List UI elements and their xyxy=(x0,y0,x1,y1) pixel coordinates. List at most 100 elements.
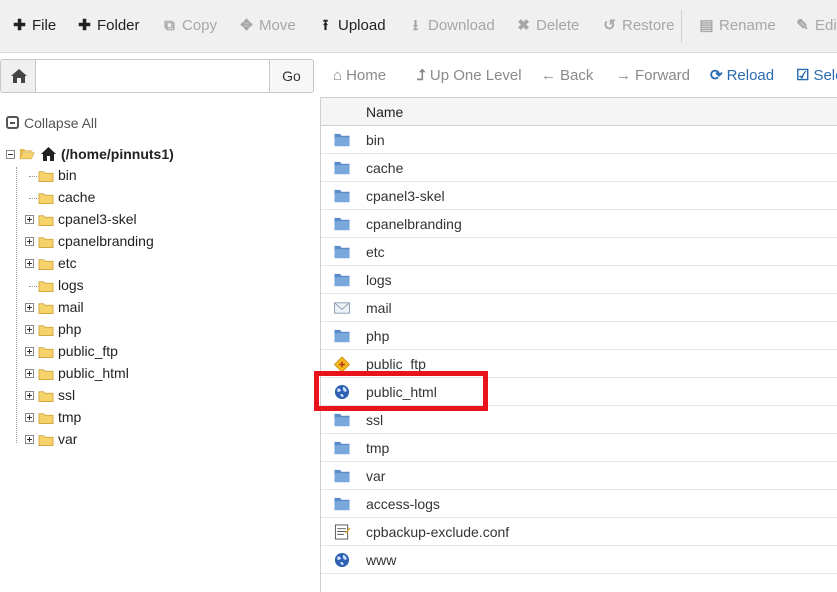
restore-icon: ↺ xyxy=(603,17,616,34)
edit-icon: ✎ xyxy=(796,17,809,34)
home-directory-button[interactable] xyxy=(0,59,36,93)
path-input[interactable] xyxy=(36,59,270,93)
folder-icon xyxy=(38,347,54,359)
tree-item-label: public_html xyxy=(58,365,129,381)
tree-item-cpanel3-skel[interactable]: cpanel3-skel xyxy=(0,211,300,231)
folder-icon xyxy=(38,193,54,205)
upload-button[interactable]: ⭱ Upload xyxy=(318,0,386,52)
folder-icon xyxy=(334,245,350,259)
move-icon: ✥ xyxy=(240,17,253,34)
folder-icon xyxy=(334,441,350,455)
minus-expander-icon[interactable] xyxy=(6,150,15,159)
rename-button[interactable]: ▤ Rename xyxy=(699,0,775,52)
tree-item-ssl[interactable]: ssl xyxy=(0,387,300,407)
tree-item-php[interactable]: php xyxy=(0,321,300,341)
folder-icon xyxy=(38,413,54,425)
plus-expander-icon[interactable] xyxy=(25,325,34,334)
copy-button[interactable]: ⧉ Copy xyxy=(162,0,217,52)
move-button[interactable]: ✥ Move xyxy=(239,0,295,52)
rename-icon: ▤ xyxy=(699,17,714,34)
tree-item-label: cpanel3-skel xyxy=(58,211,137,227)
restore-button[interactable]: ↺ Restore xyxy=(602,0,674,52)
file-row-access-logs[interactable]: access-logs xyxy=(321,490,837,518)
file-row-tmp[interactable]: tmp xyxy=(321,434,837,462)
tree-item-cache[interactable]: cache xyxy=(0,189,300,209)
plus-expander-icon[interactable] xyxy=(25,237,34,246)
forward-button[interactable]: → Forward xyxy=(616,55,690,97)
navigation-bar: ⌂ Home ⮥ Up One Level ← Back → Forward ⟳ Relo… xyxy=(320,55,837,97)
file-row-php[interactable]: php xyxy=(321,322,837,350)
collapse-all-button[interactable]: Collapse All xyxy=(6,115,97,131)
home-icon xyxy=(41,147,56,161)
file-row-cpanelbranding[interactable]: cpanelbranding xyxy=(321,210,837,238)
file-name: cpbackup-exclude.conf xyxy=(366,524,510,540)
tree-item-public-html[interactable]: public_html xyxy=(0,365,300,385)
path-bar: Go xyxy=(0,59,315,94)
name-column-header[interactable]: Name xyxy=(321,98,837,126)
new-file-button[interactable]: ✚ File xyxy=(12,0,56,52)
folder-icon xyxy=(38,391,54,403)
file-row-mail[interactable]: mail xyxy=(321,294,837,322)
tree-item-var[interactable]: var xyxy=(0,431,300,451)
select-all-button[interactable]: ☑Sele xyxy=(796,55,837,97)
tree-item-label: cache xyxy=(58,189,96,205)
tree-item-label: ssl xyxy=(58,387,76,403)
plus-expander-icon[interactable] xyxy=(25,303,34,312)
file-row-cache[interactable]: cache xyxy=(321,154,837,182)
folder-icon xyxy=(334,469,350,483)
file-row-cpbackup-exclude-conf[interactable]: cpbackup-exclude.conf xyxy=(321,518,837,546)
file-name: bin xyxy=(366,132,385,148)
file-row-www[interactable]: www xyxy=(321,546,837,574)
tree-item-public-ftp[interactable]: public_ftp xyxy=(0,343,300,363)
plus-expander-icon[interactable] xyxy=(25,347,34,356)
nav-home-button[interactable]: ⌂ Home xyxy=(333,55,386,97)
back-button[interactable]: ← Back xyxy=(541,55,593,97)
tree-item-etc[interactable]: etc xyxy=(0,255,300,275)
tree-item-cpanelbranding[interactable]: cpanelbranding xyxy=(0,233,300,253)
folder-icon xyxy=(334,413,350,427)
file-name: www xyxy=(366,552,397,568)
tree-item-label: logs xyxy=(58,277,84,293)
home-icon: ⌂ xyxy=(333,67,343,84)
edit-button[interactable]: ✎Edit xyxy=(795,0,837,52)
tree-item-label: mail xyxy=(58,299,84,315)
folder-icon xyxy=(334,133,350,147)
tree-item-logs[interactable]: logs xyxy=(0,277,300,297)
file-name: logs xyxy=(366,272,392,288)
plus-expander-icon[interactable] xyxy=(25,259,34,268)
folder-tree: Collapse All (/home/pinnuts1) bin cache cp… xyxy=(0,97,320,592)
file-row-etc[interactable]: etc xyxy=(321,238,837,266)
file-row-var[interactable]: var xyxy=(321,462,837,490)
collapse-icon xyxy=(6,116,19,129)
new-folder-button[interactable]: ✚ Folder xyxy=(77,0,139,52)
download-button[interactable]: ⭳ Download xyxy=(408,0,495,52)
file-row-bin[interactable]: bin xyxy=(321,126,837,154)
file-name: cpanel3-skel xyxy=(366,188,445,204)
file-name: cpanelbranding xyxy=(366,216,462,232)
file-row-cpanel3-skel[interactable]: cpanel3-skel xyxy=(321,182,837,210)
plus-expander-icon[interactable] xyxy=(25,435,34,444)
folder-icon xyxy=(38,303,54,315)
go-button[interactable]: Go xyxy=(269,59,314,93)
folder-icon xyxy=(38,215,54,227)
tree-item-label: bin xyxy=(58,167,77,183)
plus-expander-icon[interactable] xyxy=(25,413,34,422)
reload-button[interactable]: ⟳ Reload xyxy=(710,55,774,97)
file-name: public_ftp xyxy=(366,356,426,372)
tree-item-label: etc xyxy=(58,255,77,271)
delete-button[interactable]: ✖ Delete xyxy=(516,0,579,52)
file-row-logs[interactable]: logs xyxy=(321,266,837,294)
tree-item-tmp[interactable]: tmp xyxy=(0,409,300,429)
plus-expander-icon[interactable] xyxy=(25,215,34,224)
download-icon: ⭳ xyxy=(412,17,419,34)
up-one-level-button[interactable]: ⮥ Up One Level xyxy=(417,55,522,97)
folder-icon xyxy=(38,259,54,271)
plus-expander-icon[interactable] xyxy=(25,369,34,378)
plus-expander-icon[interactable] xyxy=(25,391,34,400)
toolbar-divider xyxy=(681,10,682,43)
text-file-icon xyxy=(334,524,351,540)
tree-item-bin[interactable]: bin xyxy=(0,167,300,187)
file-name: etc xyxy=(366,244,385,260)
tree-item-mail[interactable]: mail xyxy=(0,299,300,319)
folder-icon xyxy=(38,369,54,381)
